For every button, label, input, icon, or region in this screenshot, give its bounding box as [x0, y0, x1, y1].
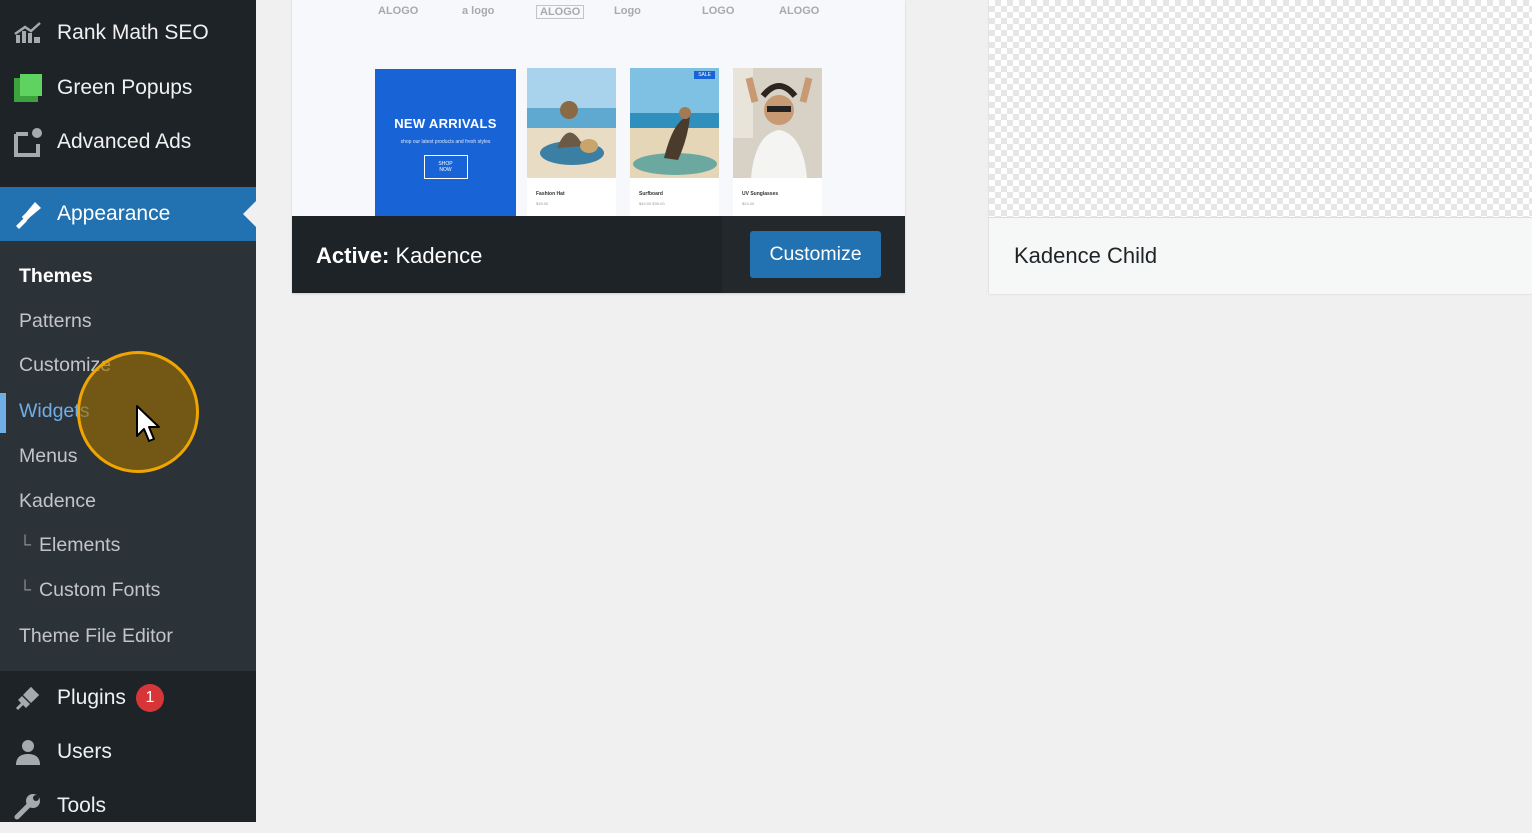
paintbrush-icon	[12, 198, 44, 230]
menu-item-appearance[interactable]: Appearance	[0, 187, 256, 241]
menu-item-green-popups[interactable]: Green Popups	[0, 61, 256, 115]
menu-item-label: Users	[57, 740, 112, 763]
product-price: $39.00	[536, 201, 549, 206]
branch-icon: └	[19, 580, 32, 599]
wrench-icon	[12, 790, 44, 822]
update-count-badge: 1	[135, 684, 164, 712]
submenu-label: Patterns	[19, 309, 92, 332]
menu-item-label: Tools	[57, 794, 107, 817]
logo-placeholder: Logo	[614, 5, 641, 17]
product-image	[733, 68, 822, 178]
menu-item-users[interactable]: Users	[0, 725, 256, 779]
banner-button: SHOP NOW	[423, 155, 468, 179]
logo-placeholder: ALOGO	[378, 5, 419, 17]
child-theme-bar: Kadence Child	[989, 217, 1532, 294]
product-image	[630, 68, 719, 178]
logo-placeholder: ALOGO	[536, 5, 585, 19]
submenu-item-themes[interactable]: Themes	[0, 256, 256, 296]
submenu-item-kadence[interactable]: Kadence	[0, 481, 256, 521]
theme-name-text: Kadence	[395, 243, 483, 268]
rank-math-icon	[12, 17, 44, 49]
logo-strip: ALOGO a logo ALOGO Logo LOGO ALOGO	[292, 0, 905, 40]
menu-item-label: Green Popups	[57, 76, 193, 99]
active-menu-arrow	[243, 201, 256, 227]
submenu-label: Kadence	[19, 489, 96, 512]
product-name: Fashion Hat	[536, 191, 565, 197]
submenu-label: Theme File Editor	[19, 624, 173, 647]
menu-item-label: Advanced Ads	[57, 130, 192, 153]
menu-item-rank-math-seo[interactable]: Rank Math SEO	[0, 6, 256, 60]
menu-item-label: Appearance	[57, 202, 171, 225]
active-theme-card[interactable]: ALOGO a logo ALOGO Logo LOGO ALOGO NEW A…	[292, 0, 905, 293]
menu-item-plugins[interactable]: Plugins 1	[0, 671, 256, 725]
submenu-label: Themes	[19, 264, 93, 287]
child-theme-card[interactable]: Kadence Child	[989, 0, 1532, 294]
theme-actions: Customize	[722, 216, 905, 293]
plugins-icon	[12, 682, 44, 714]
branch-icon: └	[19, 535, 32, 554]
product-name: UV Sunglasses	[742, 191, 779, 197]
customize-button[interactable]: Customize	[750, 231, 881, 278]
product-card: SALE Surfboard $49.00 $39.00	[630, 68, 719, 216]
child-theme-name: Kadence Child	[1014, 243, 1158, 268]
new-arrivals-banner: NEW ARRIVALS shop our latest products an…	[375, 69, 516, 216]
submenu-item-patterns[interactable]: Patterns	[0, 301, 256, 341]
mouse-cursor-icon	[136, 405, 160, 442]
users-icon	[12, 736, 44, 768]
active-theme-bar: Active: Kadence Customize	[292, 216, 905, 293]
active-prefix: Active:	[316, 243, 390, 268]
green-popups-icon	[12, 72, 44, 104]
logo-placeholder: a logo	[462, 5, 495, 17]
active-theme-name: Active: Kadence	[316, 216, 482, 293]
menu-item-tools[interactable]: Tools	[0, 779, 256, 833]
banner-title: NEW ARRIVALS	[394, 116, 497, 131]
product-card: UV Sunglasses $24.00	[733, 68, 822, 216]
logo-placeholder: LOGO	[702, 5, 735, 17]
submenu-item-custom-fonts[interactable]: └ Custom Fonts	[0, 570, 256, 610]
menu-item-label: Plugins	[57, 686, 126, 709]
product-image	[527, 68, 616, 178]
submenu-label: Custom Fonts	[39, 578, 161, 601]
product-price: $24.00	[742, 201, 755, 206]
product-price: $49.00 $39.00	[639, 201, 665, 206]
sale-tag: SALE	[694, 71, 715, 79]
logo-placeholder: ALOGO	[779, 5, 820, 17]
submenu-label: Elements	[39, 533, 121, 556]
submenu-item-elements[interactable]: └ Elements	[0, 525, 256, 565]
product-name: Surfboard	[639, 191, 663, 197]
theme-screenshot[interactable]: ALOGO a logo ALOGO Logo LOGO ALOGO NEW A…	[292, 0, 905, 216]
submenu-label: Menus	[19, 444, 78, 467]
theme-screenshot-placeholder[interactable]	[989, 0, 1532, 217]
submenu-item-theme-file-editor[interactable]: Theme File Editor	[0, 616, 256, 656]
menu-item-advanced-ads[interactable]: Advanced Ads	[0, 115, 256, 169]
menu-item-label: Rank Math SEO	[57, 21, 209, 44]
banner-subtitle: shop our latest products and fresh style…	[400, 139, 491, 145]
product-card: Fashion Hat $39.00	[527, 68, 616, 216]
advanced-ads-icon	[12, 126, 44, 158]
